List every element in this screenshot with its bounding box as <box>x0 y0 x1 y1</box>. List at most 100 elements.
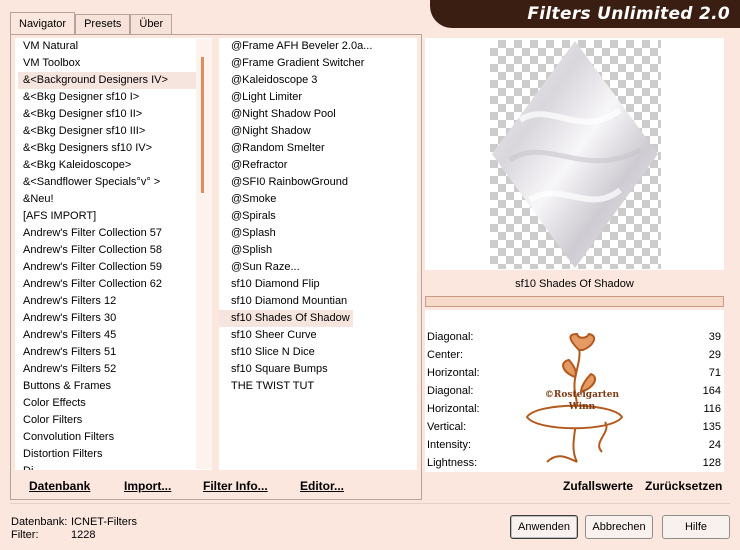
tab-presets[interactable]: Presets <box>75 14 131 34</box>
filter-item[interactable]: @Spirals <box>219 208 417 225</box>
category-item[interactable]: Distortion Filters <box>15 446 212 463</box>
zufallswerte-button[interactable]: Zufallswerte <box>563 478 633 494</box>
anwenden-button[interactable]: Anwenden <box>510 515 578 539</box>
status-filter-value: 1228 <box>71 529 96 541</box>
parameter-value: 29 <box>708 349 721 361</box>
filter-item[interactable]: @Refractor <box>219 157 417 174</box>
parameter-label: Vertical: <box>427 421 467 433</box>
parameter-label: Intensity: <box>427 439 472 451</box>
filter-item[interactable]: @Sun Raze... <box>219 259 417 276</box>
editor-label: Editor... <box>300 479 345 493</box>
tab-bar: Navigator Presets Über <box>10 12 173 34</box>
filter-item[interactable]: THE TWIST TUT <box>219 378 417 395</box>
parameter-label: Lightness: <box>427 457 478 469</box>
import-button[interactable]: Import... <box>124 478 171 494</box>
parameter-panel: ©Rosteigarten Winn Diagonal: 39 Center: 29 H… <box>425 310 724 472</box>
preview-image <box>490 40 661 269</box>
filter-item[interactable]: @SFI0 RainbowGround <box>219 174 417 191</box>
filter-item[interactable]: sf10 Square Bumps <box>219 361 417 378</box>
parameter-value: 164 <box>702 385 721 397</box>
category-item[interactable]: Andrew's Filters 52 <box>15 361 212 378</box>
category-item[interactable]: VM Natural <box>15 38 212 55</box>
category-item[interactable]: Buttons & Frames <box>15 378 212 395</box>
hilfe-button[interactable]: Hilfe <box>662 515 730 539</box>
category-item[interactable]: Andrew's Filter Collection 62 <box>15 276 212 293</box>
editor-button[interactable]: Editor... <box>300 478 344 494</box>
category-item[interactable]: Andrew's Filter Collection 57 <box>15 225 212 242</box>
zuruecksetzen-button[interactable]: Zurücksetzen <box>645 478 722 494</box>
tab-ueber[interactable]: Über <box>130 14 173 34</box>
filter-item[interactable]: sf10 Diamond Flip <box>219 276 417 293</box>
filter-list[interactable]: @Frame AFH Beveler 2.0a... @Frame Gradien… <box>219 38 417 470</box>
category-item[interactable]: Andrew's Filters 51 <box>15 344 212 361</box>
parameter-label: Center: <box>427 349 464 361</box>
parameter-row[interactable]: Intensity: 24 <box>427 436 722 454</box>
parameter-label: Diagonal: <box>427 331 474 343</box>
import-label: Import... <box>124 479 172 493</box>
status-filter-label: Filter: <box>11 529 39 541</box>
category-item[interactable]: Andrew's Filters 30 <box>15 310 212 327</box>
filter-info-label: Filter Info... <box>203 479 268 493</box>
category-item[interactable]: &<Bkg Kaleidoscope> <box>15 157 212 174</box>
category-item[interactable]: Di... <box>15 463 212 470</box>
parameter-label: Horizontal: <box>427 403 480 415</box>
category-item[interactable]: Andrew's Filters 45 <box>15 327 212 344</box>
filter-item[interactable]: @Splash <box>219 225 417 242</box>
filter-item[interactable]: @Frame Gradient Switcher <box>219 55 417 72</box>
parameter-row[interactable]: Diagonal: 164 <box>427 382 722 400</box>
category-item[interactable]: &Neu! <box>15 191 212 208</box>
filter-item[interactable]: @Kaleidoscope 3 <box>219 72 417 89</box>
parameter-row[interactable]: Vertical: 135 <box>427 418 722 436</box>
category-item[interactable]: Andrew's Filter Collection 59 <box>15 259 212 276</box>
parameter-value: 24 <box>708 439 721 451</box>
parameter-row[interactable]: Diagonal: 39 <box>427 328 722 346</box>
category-list[interactable]: VM Natural VM Toolbox &<Background Designe… <box>15 38 212 470</box>
filter-item[interactable]: sf10 Diamond Mountian <box>219 293 417 310</box>
filter-item[interactable]: sf10 Slice N Dice <box>219 344 417 361</box>
category-item[interactable]: [AFS IMPORT] <box>15 208 212 225</box>
category-item[interactable]: Andrew's Filter Collection 58 <box>15 242 212 259</box>
category-scrollbar-thumb[interactable] <box>201 57 204 193</box>
category-item[interactable]: Color Effects <box>15 395 212 412</box>
filter-item[interactable]: @Splish <box>219 242 417 259</box>
datenbank-button[interactable]: Datenbank <box>29 478 90 494</box>
filter-info-button[interactable]: Filter Info... <box>203 478 268 494</box>
status-db-label: Datenbank: <box>11 516 68 528</box>
category-item[interactable]: &<Bkg Designers sf10 IV> <box>15 140 212 157</box>
diamond-preview-graphic <box>492 41 658 268</box>
category-item[interactable]: Color Filters <box>15 412 212 429</box>
filter-item[interactable]: sf10 Shades Of Shadow <box>219 310 353 327</box>
category-item[interactable]: &<Bkg Designer sf10 II> <box>15 106 212 123</box>
filter-item[interactable]: sf10 Sheer Curve <box>219 327 417 344</box>
category-item[interactable]: &<Bkg Designer sf10 III> <box>15 123 212 140</box>
category-item[interactable]: Convolution Filters <box>15 429 212 446</box>
app-title: Filters Unlimited 2.0 <box>527 4 730 24</box>
preview-filter-name: sf10 Shades Of Shadow <box>425 272 724 296</box>
datenbank-label: Datenbank <box>29 479 91 493</box>
filter-item[interactable]: @Frame AFH Beveler 2.0a... <box>219 38 417 55</box>
parameter-row[interactable]: Center: 29 <box>427 346 722 364</box>
filter-item[interactable]: @Night Shadow <box>219 123 417 140</box>
tab-navigator[interactable]: Navigator <box>10 12 76 34</box>
parameter-row[interactable]: Horizontal: 116 <box>427 400 722 418</box>
parameter-value: 135 <box>702 421 721 433</box>
category-item[interactable]: Andrew's Filters 12 <box>15 293 212 310</box>
category-item[interactable]: &<Sandflower Specials°v° > <box>15 174 212 191</box>
filter-item[interactable]: @Smoke <box>219 191 417 208</box>
filter-item[interactable]: @Random Smelter <box>219 140 417 157</box>
parameter-value: 71 <box>708 367 721 379</box>
filter-item[interactable]: @Light Limiter <box>219 89 417 106</box>
parameter-row[interactable]: Lightness: 128 <box>427 454 722 472</box>
progress-bar <box>425 296 724 307</box>
parameter-label: Horizontal: <box>427 367 480 379</box>
category-item[interactable]: &<Bkg Designer sf10 I> <box>15 89 212 106</box>
parameter-value: 116 <box>703 403 721 415</box>
parameter-value: 39 <box>708 331 721 343</box>
category-scrollbar[interactable] <box>196 39 212 469</box>
filter-item[interactable]: @Night Shadow Pool <box>219 106 417 123</box>
abbrechen-button[interactable]: Abbrechen <box>585 515 653 539</box>
category-item[interactable]: &<Background Designers IV> <box>18 72 212 89</box>
separator <box>10 503 730 504</box>
category-item[interactable]: VM Toolbox <box>15 55 212 72</box>
parameter-row[interactable]: Horizontal: 71 <box>427 364 722 382</box>
